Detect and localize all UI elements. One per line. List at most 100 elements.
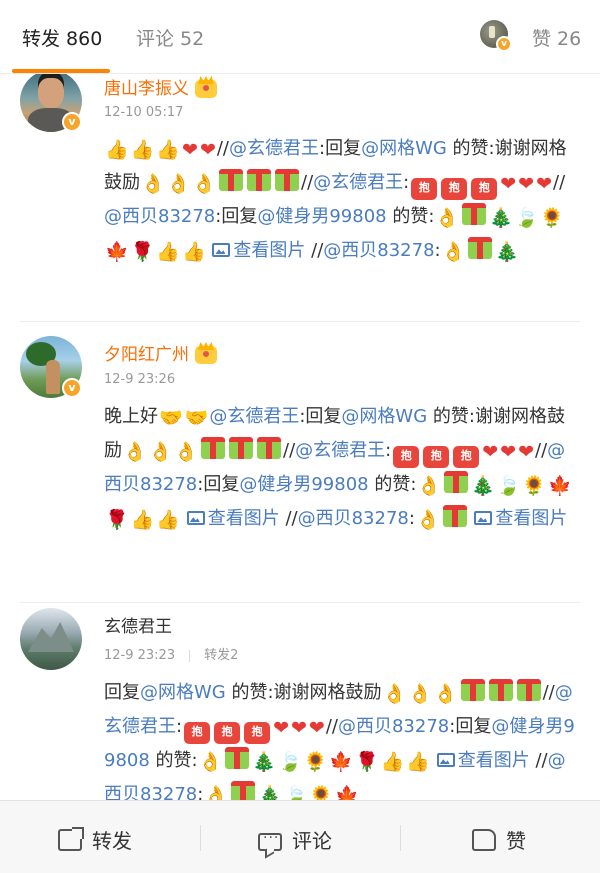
thumbs-up-icon: 👍 [406, 751, 430, 773]
text: : [403, 172, 410, 193]
text: // [553, 172, 566, 193]
gift-icon [468, 237, 493, 259]
ok-hand-icon: 👌 [408, 683, 432, 705]
sunflower-icon: 🌻 [540, 207, 565, 229]
username-text[interactable]: 夕阳红广州 [104, 345, 189, 365]
hug-icon: 抱 [411, 178, 438, 200]
ok-hand-icon: 👌 [417, 475, 442, 497]
text: :回复 [197, 474, 240, 495]
hug-icon: 抱 [441, 178, 468, 200]
view-image-label[interactable]: 查看图片 [495, 508, 567, 529]
avatar[interactable] [20, 608, 82, 670]
timestamp: 12-10 05:17 [104, 105, 184, 120]
leaf-icon: 🍃 [277, 751, 302, 773]
gift-icon [225, 747, 250, 769]
view-image-label[interactable]: 查看图片 [458, 750, 530, 771]
text: : [408, 508, 415, 529]
text: 的赞: [149, 750, 198, 771]
mention-link[interactable]: @网格WG [361, 138, 447, 159]
mention-link[interactable]: @玄德君王 [295, 440, 385, 461]
leaf-icon: 🍃 [496, 475, 521, 497]
heart-icon: ❤ [500, 441, 517, 463]
mention-link[interactable]: @西贝83278 [338, 716, 449, 737]
hug-icon: 抱 [423, 446, 450, 468]
view-image-link[interactable]: 查看图片 [436, 750, 530, 771]
mention-link[interactable]: @西贝83278 [298, 508, 409, 529]
list-item: 玄德君王 12-9 23:23 转发2 回复@网格WG 的赞:谢谢网格鼓励👌 👌 👌 /… [0, 604, 600, 800]
username-text[interactable]: 玄德君王 [104, 617, 172, 637]
divider [20, 321, 580, 322]
text: // [535, 440, 548, 461]
repost-label: 转发 [92, 829, 132, 853]
mention-link[interactable]: @玄德君王 [229, 138, 319, 159]
gift-icon [488, 679, 513, 701]
ok-hand-icon: 👌 [198, 751, 223, 773]
hug-icon: 抱 [214, 722, 241, 744]
username[interactable]: 玄德君王 [104, 612, 172, 637]
divider [189, 649, 191, 662]
view-image-link[interactable]: 查看图片 [474, 508, 567, 529]
like-button[interactable]: 赞 [472, 825, 526, 854]
thumbs-up-icon: 👍 [105, 139, 129, 161]
mention-link[interactable]: @玄德君王 [209, 406, 299, 427]
text: // [529, 750, 548, 771]
ok-hand-icon: 👌 [441, 241, 466, 263]
ok-hand-icon: 👌 [382, 683, 407, 705]
ok-hand-icon: 👌 [435, 207, 460, 229]
christmas-tree-icon: 🎄 [495, 241, 519, 263]
ok-hand-icon: 👌 [433, 683, 458, 705]
view-image-link[interactable]: 查看图片 [186, 508, 280, 529]
ok-hand-icon: 👌 [148, 441, 173, 463]
repost-list: v 唐山李振义 12-10 05:17 👍 👍 👍 ❤ ❤ // @玄德君王 :回复 @网格WG… [0, 74, 600, 800]
mention-link[interactable]: @健身男99808 [239, 474, 368, 495]
rose-icon: 🌹 [130, 241, 155, 263]
thumbs-up-icon: 👍 [130, 509, 155, 531]
view-image-link[interactable]: 查看图片 [212, 240, 305, 261]
mention-link[interactable]: @玄德君王 [313, 172, 403, 193]
username[interactable]: 唐山李振义 [104, 74, 217, 99]
mention-link[interactable]: @西贝83278 [104, 206, 215, 227]
mention-link[interactable]: @西贝83278 [323, 240, 434, 261]
christmas-tree-icon: 🎄 [258, 785, 282, 800]
mention-link[interactable]: @健身男99808 [257, 206, 386, 227]
repost-count[interactable]: 转发2 [204, 648, 238, 663]
divider [200, 825, 201, 851]
text: 的赞: [368, 474, 417, 495]
hug-icon: 抱 [453, 446, 480, 468]
text: 晚上好 [104, 406, 158, 427]
comment-button[interactable]: 评论 [258, 825, 332, 854]
view-image-label[interactable]: 查看图片 [208, 508, 280, 529]
hug-icon: 抱 [184, 722, 211, 744]
hug-icon: 抱 [471, 178, 498, 200]
mention-link[interactable]: @网格WG [341, 406, 427, 427]
maple-leaf-icon: 🍁 [335, 785, 359, 800]
ok-hand-icon: 👌 [166, 173, 191, 195]
view-image-label[interactable]: 查看图片 [233, 240, 305, 261]
comment-label: 评论 [292, 829, 332, 853]
repost-text: 👍 👍 👍 ❤ ❤//@玄德君王:回复@网格WG 的赞:谢谢网格鼓励👌 👌 👌//@玄德君王… [104, 132, 582, 268]
username[interactable]: 夕阳红广州 [104, 340, 217, 365]
repost-button[interactable]: 转发 [58, 825, 132, 854]
tab-repost[interactable]: 转发 860 [22, 24, 102, 51]
verified-badge-icon: v [496, 36, 512, 52]
divider [20, 602, 580, 603]
mention-link[interactable]: @网格WG [140, 682, 226, 703]
heart-icon: ❤ [182, 139, 198, 161]
gift-icon [201, 437, 226, 459]
rose-icon: 🌹 [105, 509, 129, 531]
tab-like[interactable]: 赞 26 [532, 24, 581, 51]
text: :回复 [449, 716, 492, 737]
gift-icon [462, 203, 487, 225]
maple-leaf-icon: 🍁 [105, 241, 129, 263]
ok-hand-icon: 👌 [123, 441, 147, 463]
divider [400, 825, 401, 851]
picture-icon [436, 753, 455, 767]
username-text[interactable]: 唐山李振义 [104, 79, 189, 99]
verified-badge-icon: v [62, 112, 82, 132]
like-label: 赞 [506, 829, 526, 853]
heart-icon: ❤ [308, 717, 325, 739]
liker-avatar-group[interactable]: v [480, 20, 516, 56]
tab-comment[interactable]: 评论 52 [136, 24, 204, 51]
post-meta: 12-9 23:26 [104, 372, 175, 387]
ok-hand-icon: 👌 [141, 173, 165, 195]
